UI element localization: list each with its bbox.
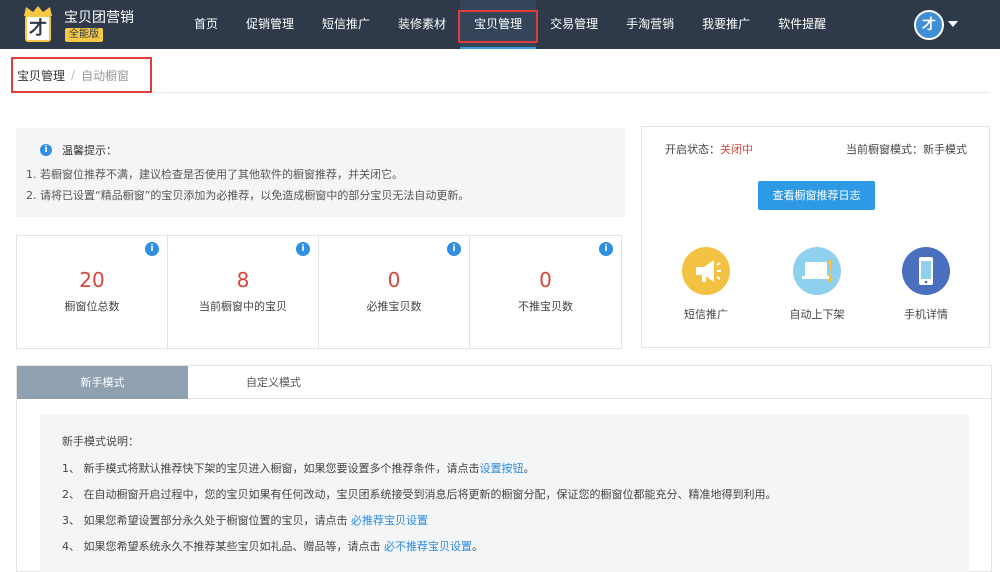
top-navigation-bar: 才 宝贝团营销 全能版 首页 促销管理 短信推广 装修素材 宝贝管理 交易管理 …: [0, 0, 1000, 49]
phone-icon: [902, 247, 950, 295]
stat-label: 不推宝贝数: [518, 300, 573, 313]
tips-title: 温馨提示：: [62, 144, 117, 157]
description-suffix: 。: [523, 462, 535, 475]
user-avatar[interactable]: 才: [914, 10, 944, 40]
description-line-3: 3、 如果您希望设置部分永久处于橱窗位置的宝贝，请点击 必推荐宝贝设置: [62, 515, 969, 527]
shortcut-label: 短信推广: [684, 308, 728, 321]
description-line-2: 2、 在自动橱窗开启过程中，您的宝贝如果有任何改动，宝贝团系统接受到消息后将更新…: [62, 489, 969, 501]
breadcrumb: 宝贝管理 / 自动橱窗: [11, 57, 152, 93]
megaphone-icon: [682, 247, 730, 295]
tip-line-2: 2. 请将已设置“精品橱窗”的宝贝添加为必推荐，以免造成橱窗中的部分宝贝无法自动…: [26, 189, 470, 202]
stats-panel: i 20 橱窗位总数 i 8 当前橱窗中的宝贝 i 0 必推宝贝数 i 0 不推…: [16, 235, 622, 349]
stat-total-slots: i 20 橱窗位总数: [17, 236, 168, 348]
info-icon[interactable]: i: [145, 242, 159, 256]
chevron-down-icon[interactable]: [948, 21, 958, 27]
mode-value: 新手模式: [923, 143, 967, 156]
mode-description: 新手模式说明： 1、 新手模式将默认推荐快下架的宝贝进入橱窗，如果您要设置多个推…: [40, 414, 969, 572]
tab-bar: 新手模式 自定义模式: [17, 366, 991, 399]
edition-badge: 全能版: [65, 28, 103, 42]
nav-item-decoration[interactable]: 装修素材: [384, 0, 460, 49]
info-icon[interactable]: i: [296, 242, 310, 256]
window-status-panel: 开启状态：关闭中 当前橱窗模式：新手模式 查看橱窗推荐日志 短信推广 自动上下架…: [641, 126, 990, 348]
mode-label: 当前橱窗模式：: [846, 143, 923, 156]
breadcrumb-sub: 自动橱窗: [81, 68, 130, 83]
stat-current-items: i 8 当前橱窗中的宝贝: [168, 236, 319, 348]
logo-glyph: 才: [25, 15, 51, 42]
tip-line-1: 1. 若橱窗位推荐不满，建议检查是否使用了其他软件的橱窗推荐，并关闭它。: [26, 168, 403, 181]
stat-not-recommend: i 0 不推宝贝数: [470, 236, 621, 348]
shortcut-auto-listing[interactable]: 自动上下架: [777, 247, 857, 322]
shortcut-mobile-detail[interactable]: 手机详情: [886, 247, 966, 322]
nav-item-promotion[interactable]: 促销管理: [232, 0, 308, 49]
laptop-arrows-icon: [793, 247, 841, 295]
status-label: 开启状态：: [665, 143, 720, 156]
status-value: 关闭中: [720, 143, 753, 156]
description-text: 1、 新手模式将默认推荐快下架的宝贝进入橱窗，如果您要设置多个推荐条件，请点击: [62, 462, 480, 475]
description-title: 新手模式说明：: [62, 435, 139, 448]
brand-title: 宝贝团营销: [64, 10, 134, 26]
open-status: 开启状态：关闭中: [665, 141, 753, 157]
main-nav: 首页 促销管理 短信推广 装修素材 宝贝管理 交易管理 手淘营销 我要推广 软件…: [180, 0, 840, 49]
tab-custom-mode[interactable]: 自定义模式: [188, 366, 359, 399]
tips-header: i 温馨提示：: [40, 142, 625, 158]
description-line-1: 1、 新手模式将默认推荐快下架的宝贝进入橱窗，如果您要设置多个推荐条件，请点击设…: [62, 463, 969, 475]
info-icon: i: [40, 144, 52, 156]
must-recommend-link[interactable]: 必推荐宝贝设置: [351, 514, 428, 527]
description-text: 3、 如果您希望设置部分永久处于橱窗位置的宝贝，请点击: [62, 514, 351, 527]
description-suffix: 。: [472, 540, 483, 553]
breadcrumb-divider: [152, 92, 990, 93]
stat-label: 必推宝贝数: [366, 300, 422, 313]
nav-item-mobile-marketing[interactable]: 手淘营销: [612, 0, 688, 49]
stat-label: 橱窗位总数: [64, 300, 120, 313]
mode-tabs-area: 新手模式 自定义模式 新手模式说明： 1、 新手模式将默认推荐快下架的宝贝进入橱…: [16, 365, 992, 572]
description-text: 4、 如果您希望系统永久不推荐某些宝贝如礼品、赠品等，请点击: [62, 540, 384, 553]
description-text: 2、 在自动橱窗开启过程中，您的宝贝如果有任何改动，宝贝团系统接受到消息后将更新…: [62, 488, 777, 501]
tips-box: i 温馨提示： 1. 若橱窗位推荐不满，建议检查是否使用了其他软件的橱窗推荐，并…: [16, 128, 625, 217]
shortcut-label: 自动上下架: [789, 308, 845, 321]
view-log-button[interactable]: 查看橱窗推荐日志: [758, 181, 875, 210]
breadcrumb-current[interactable]: 宝贝管理: [17, 67, 65, 84]
stat-value: 20: [79, 268, 105, 292]
nav-item-products[interactable]: 宝贝管理: [458, 0, 539, 49]
shortcut-label: 手机详情: [904, 308, 948, 321]
current-mode: 当前橱窗模式：新手模式: [846, 141, 967, 157]
stat-label: 当前橱窗中的宝贝: [199, 300, 287, 313]
stat-must-recommend: i 0 必推宝贝数: [319, 236, 470, 348]
never-recommend-link[interactable]: 必不推荐宝贝设置: [384, 540, 472, 553]
tab-beginner-mode[interactable]: 新手模式: [17, 366, 188, 399]
description-line-4: 4、 如果您希望系统永久不推荐某些宝贝如礼品、赠品等，请点击 必不推荐宝贝设置。: [62, 541, 969, 553]
info-icon[interactable]: i: [599, 242, 613, 256]
nav-item-reminders[interactable]: 软件提醒: [764, 0, 840, 49]
nav-item-home[interactable]: 首页: [180, 0, 232, 49]
stat-value: 8: [236, 268, 250, 292]
stat-value: 0: [539, 268, 552, 292]
shortcut-sms[interactable]: 短信推广: [666, 247, 746, 322]
nav-item-advertise[interactable]: 我要推广: [688, 0, 764, 49]
nav-item-trade[interactable]: 交易管理: [536, 0, 612, 49]
stat-value: 0: [387, 268, 401, 292]
settings-button-link[interactable]: 设置按钮: [480, 462, 524, 475]
info-icon[interactable]: i: [447, 242, 461, 256]
breadcrumb-separator: /: [71, 68, 76, 82]
nav-item-sms[interactable]: 短信推广: [308, 0, 384, 49]
app-logo[interactable]: 才: [22, 6, 54, 44]
